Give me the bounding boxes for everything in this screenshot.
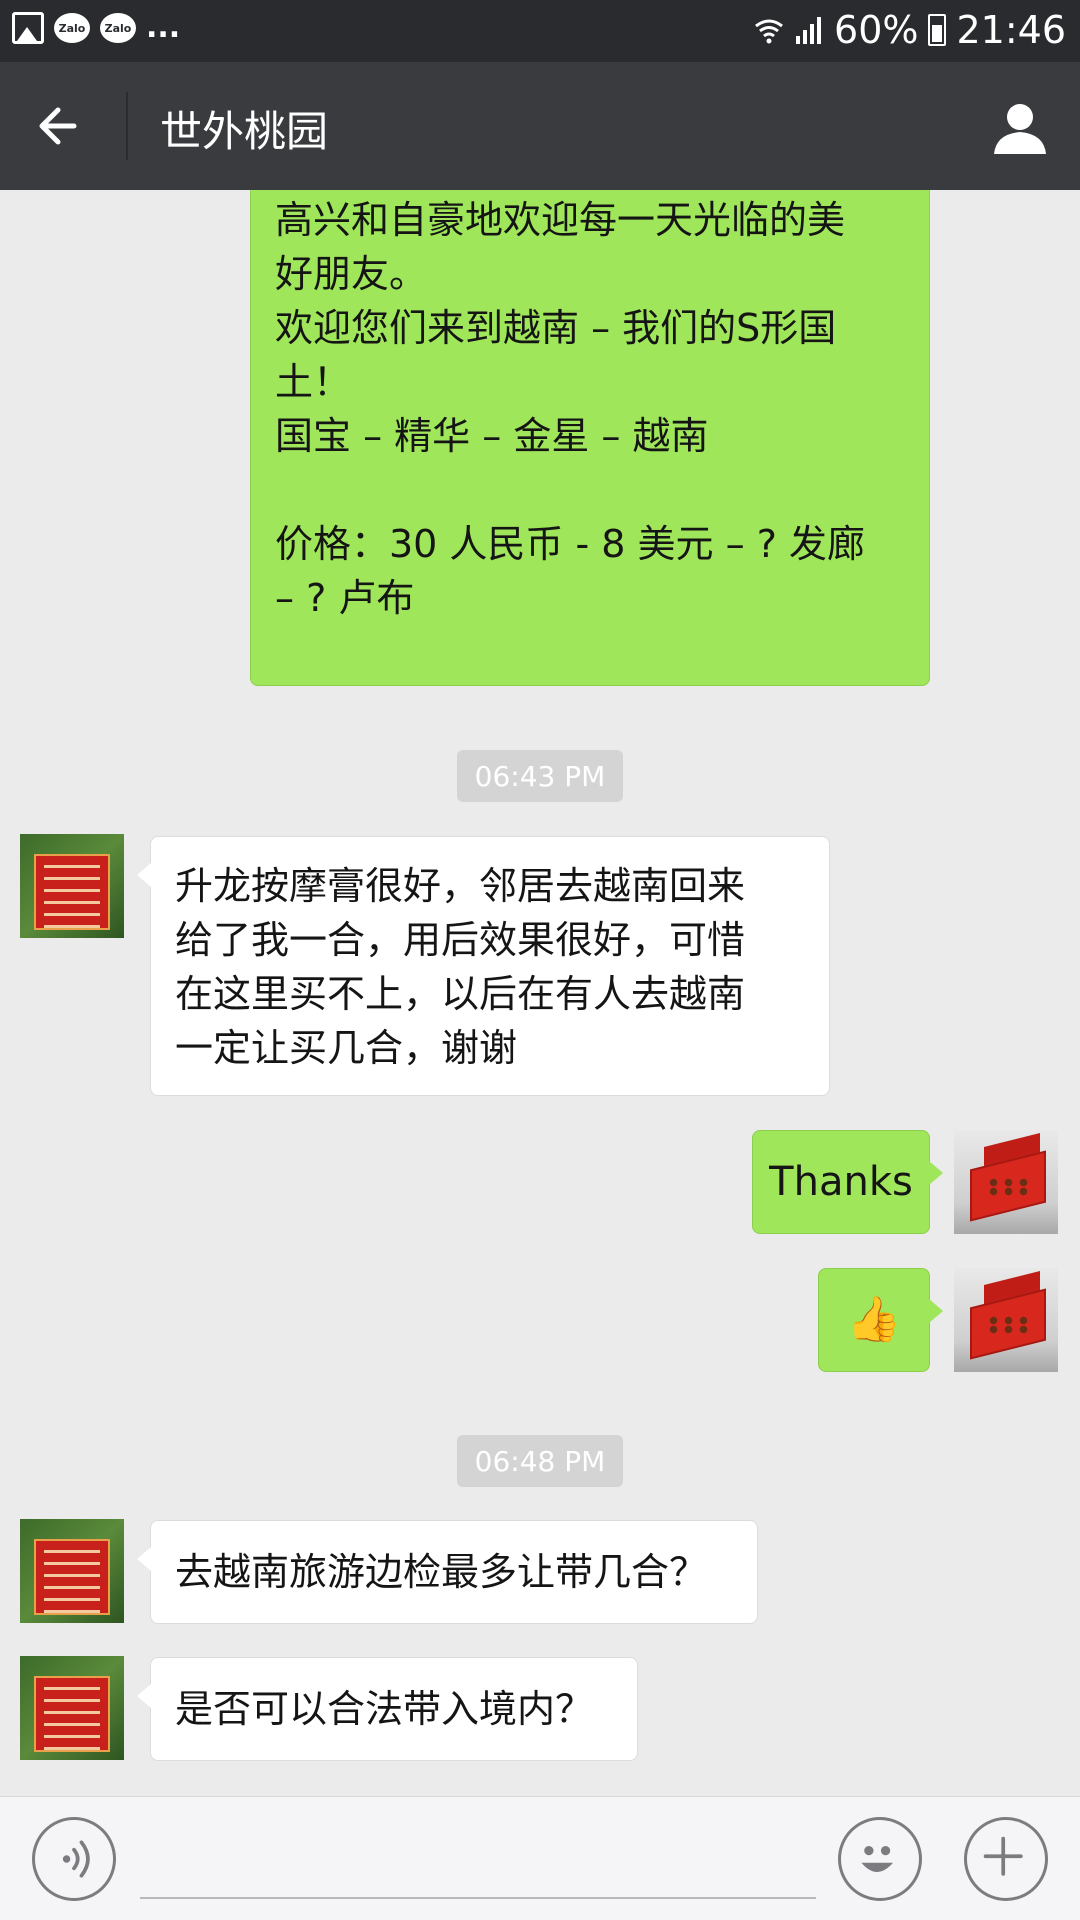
zalo-notification-icon: Zalo: [100, 13, 136, 43]
battery-percentage: 60%: [834, 8, 919, 52]
outgoing-message[interactable]: 👍: [818, 1268, 943, 1372]
arrow-left-icon[interactable]: [30, 96, 90, 156]
person-icon[interactable]: [990, 98, 1050, 158]
contact-avatar[interactable]: [20, 1656, 124, 1760]
outgoing-message[interactable]: Thanks: [752, 1130, 943, 1234]
notification-icons: Zalo Zalo ...: [12, 12, 180, 44]
battery-icon: [928, 14, 947, 46]
voice-icon[interactable]: [32, 1817, 116, 1901]
clock: 21:46: [956, 8, 1066, 52]
my-avatar[interactable]: [954, 1268, 1058, 1372]
image-notification-icon: [12, 12, 44, 44]
zalo-notification-icon: Zalo: [54, 13, 90, 43]
timestamp: 06:48 PM: [457, 1435, 623, 1487]
message-input[interactable]: [140, 1897, 816, 1899]
contact-avatar[interactable]: [20, 1519, 124, 1623]
smiley-icon[interactable]: [838, 1817, 922, 1901]
contact-avatar[interactable]: [20, 834, 124, 938]
timestamp: 06:43 PM: [457, 750, 623, 802]
signal-icon: [796, 17, 822, 44]
incoming-message[interactable]: 是否可以合法带入境内？: [137, 1657, 638, 1761]
input-bar: [0, 1796, 1080, 1920]
header-divider: [126, 92, 128, 160]
my-avatar[interactable]: [954, 1130, 1058, 1234]
outgoing-message[interactable]: 高兴和自豪地欢迎每一天光临的美 好朋友。 欢迎您们来到越南 – 我们的S形国 土…: [250, 190, 930, 686]
message-text: 高兴和自豪地欢迎每一天光临的美 好朋友。 欢迎您们来到越南 – 我们的S形国 土…: [275, 198, 865, 620]
incoming-message[interactable]: 升龙按摩膏很好，邻居去越南回来 给了我一合，用后效果很好，可惜 在这里买不上，以…: [137, 836, 830, 1096]
chat-header: 世外桃园: [0, 62, 1080, 190]
incoming-message[interactable]: 去越南旅游边检最多让带几合？: [137, 1520, 758, 1624]
thumbs-up-icon: 👍: [846, 1294, 902, 1345]
status-bar: Zalo Zalo ... 60% 21:46: [0, 0, 1080, 62]
more-notifications: ...: [146, 10, 181, 45]
system-status: 60% 21:46: [754, 8, 1066, 52]
message-list[interactable]: 高兴和自豪地欢迎每一天光临的美 好朋友。 欢迎您们来到越南 – 我们的S形国 土…: [0, 190, 1080, 1796]
wifi-icon: [755, 19, 783, 44]
plus-icon[interactable]: [964, 1817, 1048, 1901]
chat-title: 世外桃园: [160, 107, 329, 156]
